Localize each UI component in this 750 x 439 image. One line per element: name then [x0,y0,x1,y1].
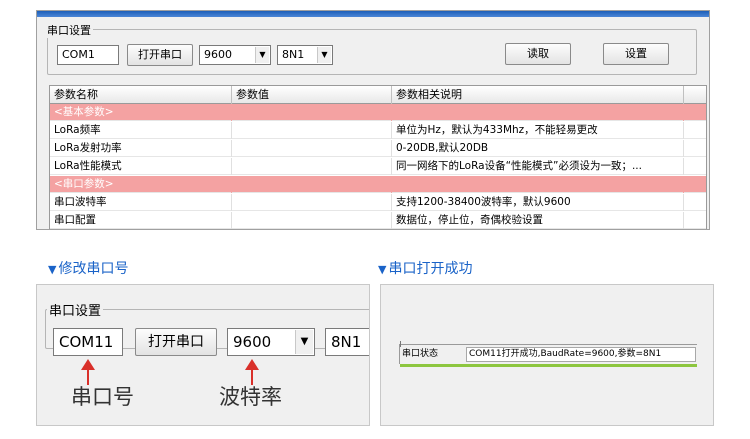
cell-value [232,104,392,121]
format-select-value: 8N1 [331,333,362,351]
table-category-row[interactable]: <串口参数> [50,176,706,193]
cell-value [232,212,392,229]
format-select[interactable]: 8N1 [325,328,369,356]
table-row[interactable]: LoRa性能模式 同一网络下的LoRa设备“性能模式”必须设为一致；... [50,158,706,175]
cell-value [232,158,392,175]
baud-select[interactable]: 9600 ▼ [199,45,271,65]
baud-select-value: 9600 [233,333,272,351]
cell-desc: 单位为Hz，默认为433Mhz，不能轻易更改 [392,122,684,139]
parameter-table: 参数名称 参数值 参数相关说明 <基本参数> LoRa频率 单位为Hz，默认为433… [49,85,707,229]
table-row[interactable]: LoRa频率 单位为Hz，默认为433Mhz，不能轻易更改 [50,122,706,139]
cell-desc: 同一网络下的LoRa设备“性能模式”必须设为一致；... [392,158,684,175]
cell-value [232,140,392,157]
table-row[interactable]: 串口波特率 支持1200-38400波特率，默认9600 [50,194,706,211]
status-label: 串口状态 [402,349,439,359]
cell-name: LoRa频率 [50,122,232,139]
cell-desc: 数据位，停止位，奇偶校验设置 [392,212,684,229]
port-input[interactable]: COM1 [57,45,119,65]
cell-name: <基本参数> [50,104,232,121]
baud-select[interactable]: 9600 ▼ [227,328,315,356]
chevron-down-icon: ▼ [295,330,313,354]
table-header: 参数名称 参数值 参数相关说明 [50,86,706,104]
zoomed-serial-settings: 串口设置 COM11 打开串口 9600 ▼ 8N1 串口号 波特率 [36,284,370,426]
cell-value [232,194,392,211]
cell-value [232,176,392,193]
resize-grip [400,341,401,347]
status-row: 串口状态 COM11打开成功,BaudRate=9600,参数=8N1 [399,341,697,367]
window-titlebar [37,11,709,17]
cell-value [232,122,392,139]
cell-name: 串口波特率 [50,194,232,211]
column-header-desc[interactable]: 参数相关说明 [392,86,684,104]
caption-change-port-text: 修改串口号 [58,261,129,277]
cell-desc: 支持1200-38400波特率，默认9600 [392,194,684,211]
cell-name: 串口配置 [50,212,232,229]
status-value-field: COM11打开成功,BaudRate=9600,参数=8N1 [466,347,696,362]
table-category-row[interactable]: <基本参数> [50,104,706,121]
column-header-name[interactable]: 参数名称 [50,86,232,104]
column-header-value[interactable]: 参数值 [232,86,392,104]
table-row[interactable]: LoRa发射功率 0-20DB,默认20DB [50,140,706,157]
cell-desc [392,104,684,121]
format-select-value: 8N1 [282,48,305,61]
port-number-label: 串口号 [71,385,134,409]
triangle-down-icon: ▼ [378,263,387,276]
caption-change-port: ▼ 修改串口号 [48,258,128,278]
cell-name: LoRa性能模式 [50,158,232,175]
triangle-down-icon: ▼ [48,263,57,276]
read-button[interactable]: 读取 [505,43,571,65]
cell-desc: 0-20DB,默认20DB [392,140,684,157]
chevron-down-icon: ▼ [255,47,269,63]
table-row[interactable]: 串口配置 数据位，停止位，奇偶校验设置 [50,212,706,229]
open-port-button[interactable]: 打开串口 [135,328,217,356]
serial-settings-group-title: 串口设置 [45,22,93,38]
chevron-down-icon: ▼ [317,47,331,63]
status-progress-bar [400,364,697,367]
caption-port-opened: ▼ 串口打开成功 [378,258,472,278]
port-input[interactable]: COM11 [53,328,123,356]
port-status-panel: 串口状态 COM11打开成功,BaudRate=9600,参数=8N1 [380,284,714,426]
cell-desc [392,176,684,193]
open-port-button[interactable]: 打开串口 [127,44,193,66]
format-select[interactable]: 8N1 ▼ [277,45,333,65]
set-button[interactable]: 设置 [603,43,669,65]
cell-name: LoRa发射功率 [50,140,232,157]
caption-port-opened-text: 串口打开成功 [388,261,473,277]
cell-name: <串口参数> [50,176,232,193]
baud-select-value: 9600 [204,48,232,61]
serial-settings-group-title: 串口设置 [47,300,104,319]
serial-config-window: 串口设置 COM1 打开串口 9600 ▼ 8N1 ▼ 读取 设置 参数名称 参… [36,10,710,230]
baud-rate-label: 波特率 [219,385,282,409]
